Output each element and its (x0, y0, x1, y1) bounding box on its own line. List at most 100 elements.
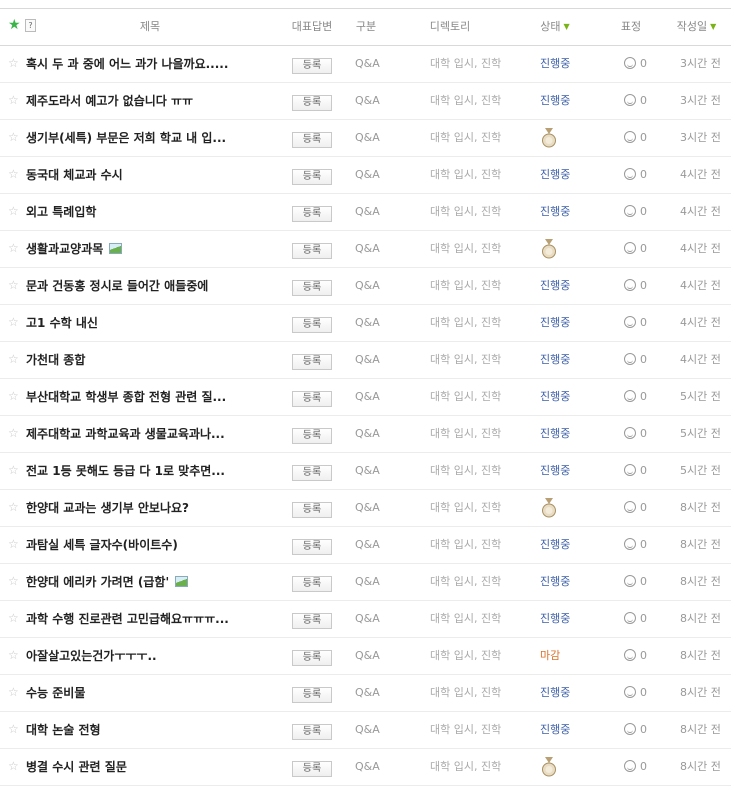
register-answer-button[interactable]: 등록 (292, 169, 332, 185)
directory-link[interactable]: 대학 입시, 진학 (430, 231, 501, 267)
question-title[interactable]: 병결 수시 관련 질문 (26, 749, 127, 785)
question-title-text[interactable]: 가천대 종합 (26, 353, 85, 367)
register-answer-button[interactable]: 등록 (292, 724, 332, 740)
register-answer-button[interactable]: 등록 (292, 539, 332, 555)
question-title[interactable]: 제주도라서 예고가 없습니다 ㅠㅠ (26, 83, 193, 119)
directory-link[interactable]: 대학 입시, 진학 (430, 120, 501, 156)
star-outline-icon[interactable]: ☆ (8, 131, 19, 143)
directory-link[interactable]: 대학 입시, 진학 (430, 416, 501, 452)
directory-link[interactable]: 대학 입시, 진학 (430, 194, 501, 230)
star-outline-icon[interactable]: ☆ (8, 501, 19, 513)
star-outline-icon[interactable]: ☆ (8, 427, 19, 439)
question-title[interactable]: 부산대학교 학생부 종합 전형 관련 질... (26, 379, 226, 415)
question-title[interactable]: 생활과교양과목 (26, 231, 123, 267)
register-answer-button[interactable]: 등록 (292, 613, 332, 629)
question-title-text[interactable]: 병결 수시 관련 질문 (26, 760, 127, 774)
question-title-text[interactable]: 고1 수학 내신 (26, 316, 98, 330)
table-row[interactable]: ☆ 동국대 체교과 수시 등록 Q&A 대학 입시, 진학 진행중 0 4시간 전 (0, 157, 731, 194)
table-row[interactable]: ☆ 문과 건동홍 정시로 들어간 애들중에 등록 Q&A 대학 입시, 진학 진행중 0 4시… (0, 268, 731, 305)
question-title-text[interactable]: 제주도라서 예고가 없습니다 ㅠㅠ (26, 94, 193, 108)
question-title-text[interactable]: 수능 준비물 (26, 686, 85, 700)
star-outline-icon[interactable]: ☆ (8, 649, 19, 661)
star-outline-icon[interactable]: ☆ (8, 464, 19, 476)
question-title-text[interactable]: 한양대 교과는 생기부 안보나요? (26, 501, 189, 515)
register-answer-button[interactable]: 등록 (292, 280, 332, 296)
question-title[interactable]: 대학 논술 전형 (26, 712, 101, 748)
question-title[interactable]: 아잘살고있는건가ㅜㅜㅜ.. (26, 638, 157, 674)
question-title-text[interactable]: 과학 수행 진로관련 고민급해요ㅠㅠㅠ... (26, 612, 229, 626)
directory-link[interactable]: 대학 입시, 진학 (430, 453, 501, 489)
favorite-star-icon[interactable]: ★ (8, 18, 22, 32)
star-outline-icon[interactable]: ☆ (8, 57, 19, 69)
question-title-text[interactable]: 외고 특례입학 (26, 205, 96, 219)
question-title[interactable]: 문과 건동홍 정시로 들어간 애들중에 (26, 268, 208, 304)
register-answer-button[interactable]: 등록 (292, 58, 332, 74)
directory-link[interactable]: 대학 입시, 진학 (430, 46, 501, 82)
directory-link[interactable]: 대학 입시, 진학 (430, 379, 501, 415)
question-title-text[interactable]: 전교 1등 못해도 등급 다 1로 맞추면... (26, 464, 225, 478)
star-outline-icon[interactable]: ☆ (8, 760, 19, 772)
register-answer-button[interactable]: 등록 (292, 576, 332, 592)
star-outline-icon[interactable]: ☆ (8, 242, 19, 254)
star-outline-icon[interactable]: ☆ (8, 686, 19, 698)
directory-link[interactable]: 대학 입시, 진학 (430, 749, 501, 785)
directory-link[interactable]: 대학 입시, 진학 (430, 675, 501, 711)
table-row[interactable]: ☆ 외고 특례입학 등록 Q&A 대학 입시, 진학 진행중 0 4시간 전 (0, 194, 731, 231)
table-row[interactable]: ☆ 아잘살고있는건가ㅜㅜㅜ.. 등록 Q&A 대학 입시, 진학 마감 0 8시간 전 (0, 638, 731, 675)
star-outline-icon[interactable]: ☆ (8, 723, 19, 735)
question-title[interactable]: 제주대학교 과학교육과 생물교육과나... (26, 416, 225, 452)
question-title-text[interactable]: 제주대학교 과학교육과 생물교육과나... (26, 427, 225, 441)
question-title[interactable]: 외고 특례입학 (26, 194, 96, 230)
register-answer-button[interactable]: 등록 (292, 206, 332, 222)
question-title[interactable]: 한양대 에리카 가려면 (급함' (26, 564, 189, 600)
status-sort-caret-icon[interactable]: ▼ (564, 22, 570, 31)
question-title[interactable]: 고1 수학 내신 (26, 305, 98, 341)
question-title[interactable]: 생기부(세특) 부문은 저희 학교 내 입... (26, 120, 226, 156)
table-row[interactable]: ☆ 병결 수시 관련 질문 등록 Q&A 대학 입시, 진학 0 8시간 전 (0, 749, 731, 786)
question-title-text[interactable]: 한양대 에리카 가려면 (급함' (26, 575, 169, 589)
register-answer-button[interactable]: 등록 (292, 687, 332, 703)
table-row[interactable]: ☆ 제주대학교 과학교육과 생물교육과나... 등록 Q&A 대학 입시, 진학 진행중 0… (0, 416, 731, 453)
register-answer-button[interactable]: 등록 (292, 502, 332, 518)
question-title[interactable]: 동국대 체교과 수시 (26, 157, 123, 193)
directory-link[interactable]: 대학 입시, 진학 (430, 268, 501, 304)
table-row[interactable]: ☆ 전교 1등 못해도 등급 다 1로 맞추면... 등록 Q&A 대학 입시, 진학 진… (0, 453, 731, 490)
star-outline-icon[interactable]: ☆ (8, 168, 19, 180)
question-title-text[interactable]: 생활과교양과목 (26, 242, 103, 256)
header-status[interactable]: 상태 ▼ (500, 9, 610, 45)
star-outline-icon[interactable]: ☆ (8, 612, 19, 624)
register-answer-button[interactable]: 등록 (292, 650, 332, 666)
directory-link[interactable]: 대학 입시, 진학 (430, 157, 501, 193)
question-title[interactable]: 과탐실 세특 글자수(바이트수) (26, 527, 178, 563)
star-outline-icon[interactable]: ☆ (8, 205, 19, 217)
question-title-text[interactable]: 문과 건동홍 정시로 들어간 애들중에 (26, 279, 208, 293)
register-answer-button[interactable]: 등록 (292, 317, 332, 333)
directory-link[interactable]: 대학 입시, 진학 (430, 527, 501, 563)
register-answer-button[interactable]: 등록 (292, 465, 332, 481)
register-answer-button[interactable]: 등록 (292, 354, 332, 370)
directory-link[interactable]: 대학 입시, 진학 (430, 564, 501, 600)
header-title[interactable]: 제목 (30, 9, 270, 45)
question-title-text[interactable]: 혹시 두 과 중에 어느 과가 나을까요..... (26, 57, 228, 71)
header-date[interactable]: 작성일 ▼ (662, 9, 731, 45)
table-row[interactable]: ☆ 생기부(세특) 부문은 저희 학교 내 입... 등록 Q&A 대학 입시, 진학 0… (0, 120, 731, 157)
register-answer-button[interactable]: 등록 (292, 391, 332, 407)
directory-link[interactable]: 대학 입시, 진학 (430, 601, 501, 637)
star-outline-icon[interactable]: ☆ (8, 575, 19, 587)
question-title[interactable]: 과학 수행 진로관련 고민급해요ㅠㅠㅠ... (26, 601, 229, 637)
register-answer-button[interactable]: 등록 (292, 761, 332, 777)
directory-link[interactable]: 대학 입시, 진학 (430, 490, 501, 526)
table-row[interactable]: ☆ 부산대학교 학생부 종합 전형 관련 질... 등록 Q&A 대학 입시, 진학 진행… (0, 379, 731, 416)
star-outline-icon[interactable]: ☆ (8, 316, 19, 328)
register-answer-button[interactable]: 등록 (292, 428, 332, 444)
register-answer-button[interactable]: 등록 (292, 243, 332, 259)
table-row[interactable]: ☆ 생활과교양과목 등록 Q&A 대학 입시, 진학 0 4시간 전 (0, 231, 731, 268)
question-title[interactable]: 수능 준비물 (26, 675, 85, 711)
question-title-text[interactable]: 부산대학교 학생부 종합 전형 관련 질... (26, 390, 226, 404)
directory-link[interactable]: 대학 입시, 진학 (430, 305, 501, 341)
table-row[interactable]: ☆ 고1 수학 내신 등록 Q&A 대학 입시, 진학 진행중 0 4시간 전 (0, 305, 731, 342)
table-row[interactable]: ☆ 가천대 종합 등록 Q&A 대학 입시, 진학 진행중 0 4시간 전 (0, 342, 731, 379)
table-row[interactable]: ☆ 제주도라서 예고가 없습니다 ㅠㅠ 등록 Q&A 대학 입시, 진학 진행중 0 3시간 … (0, 83, 731, 120)
question-title[interactable]: 가천대 종합 (26, 342, 85, 378)
table-row[interactable]: ☆ 한양대 교과는 생기부 안보나요? 등록 Q&A 대학 입시, 진학 0 8시간 전 (0, 490, 731, 527)
